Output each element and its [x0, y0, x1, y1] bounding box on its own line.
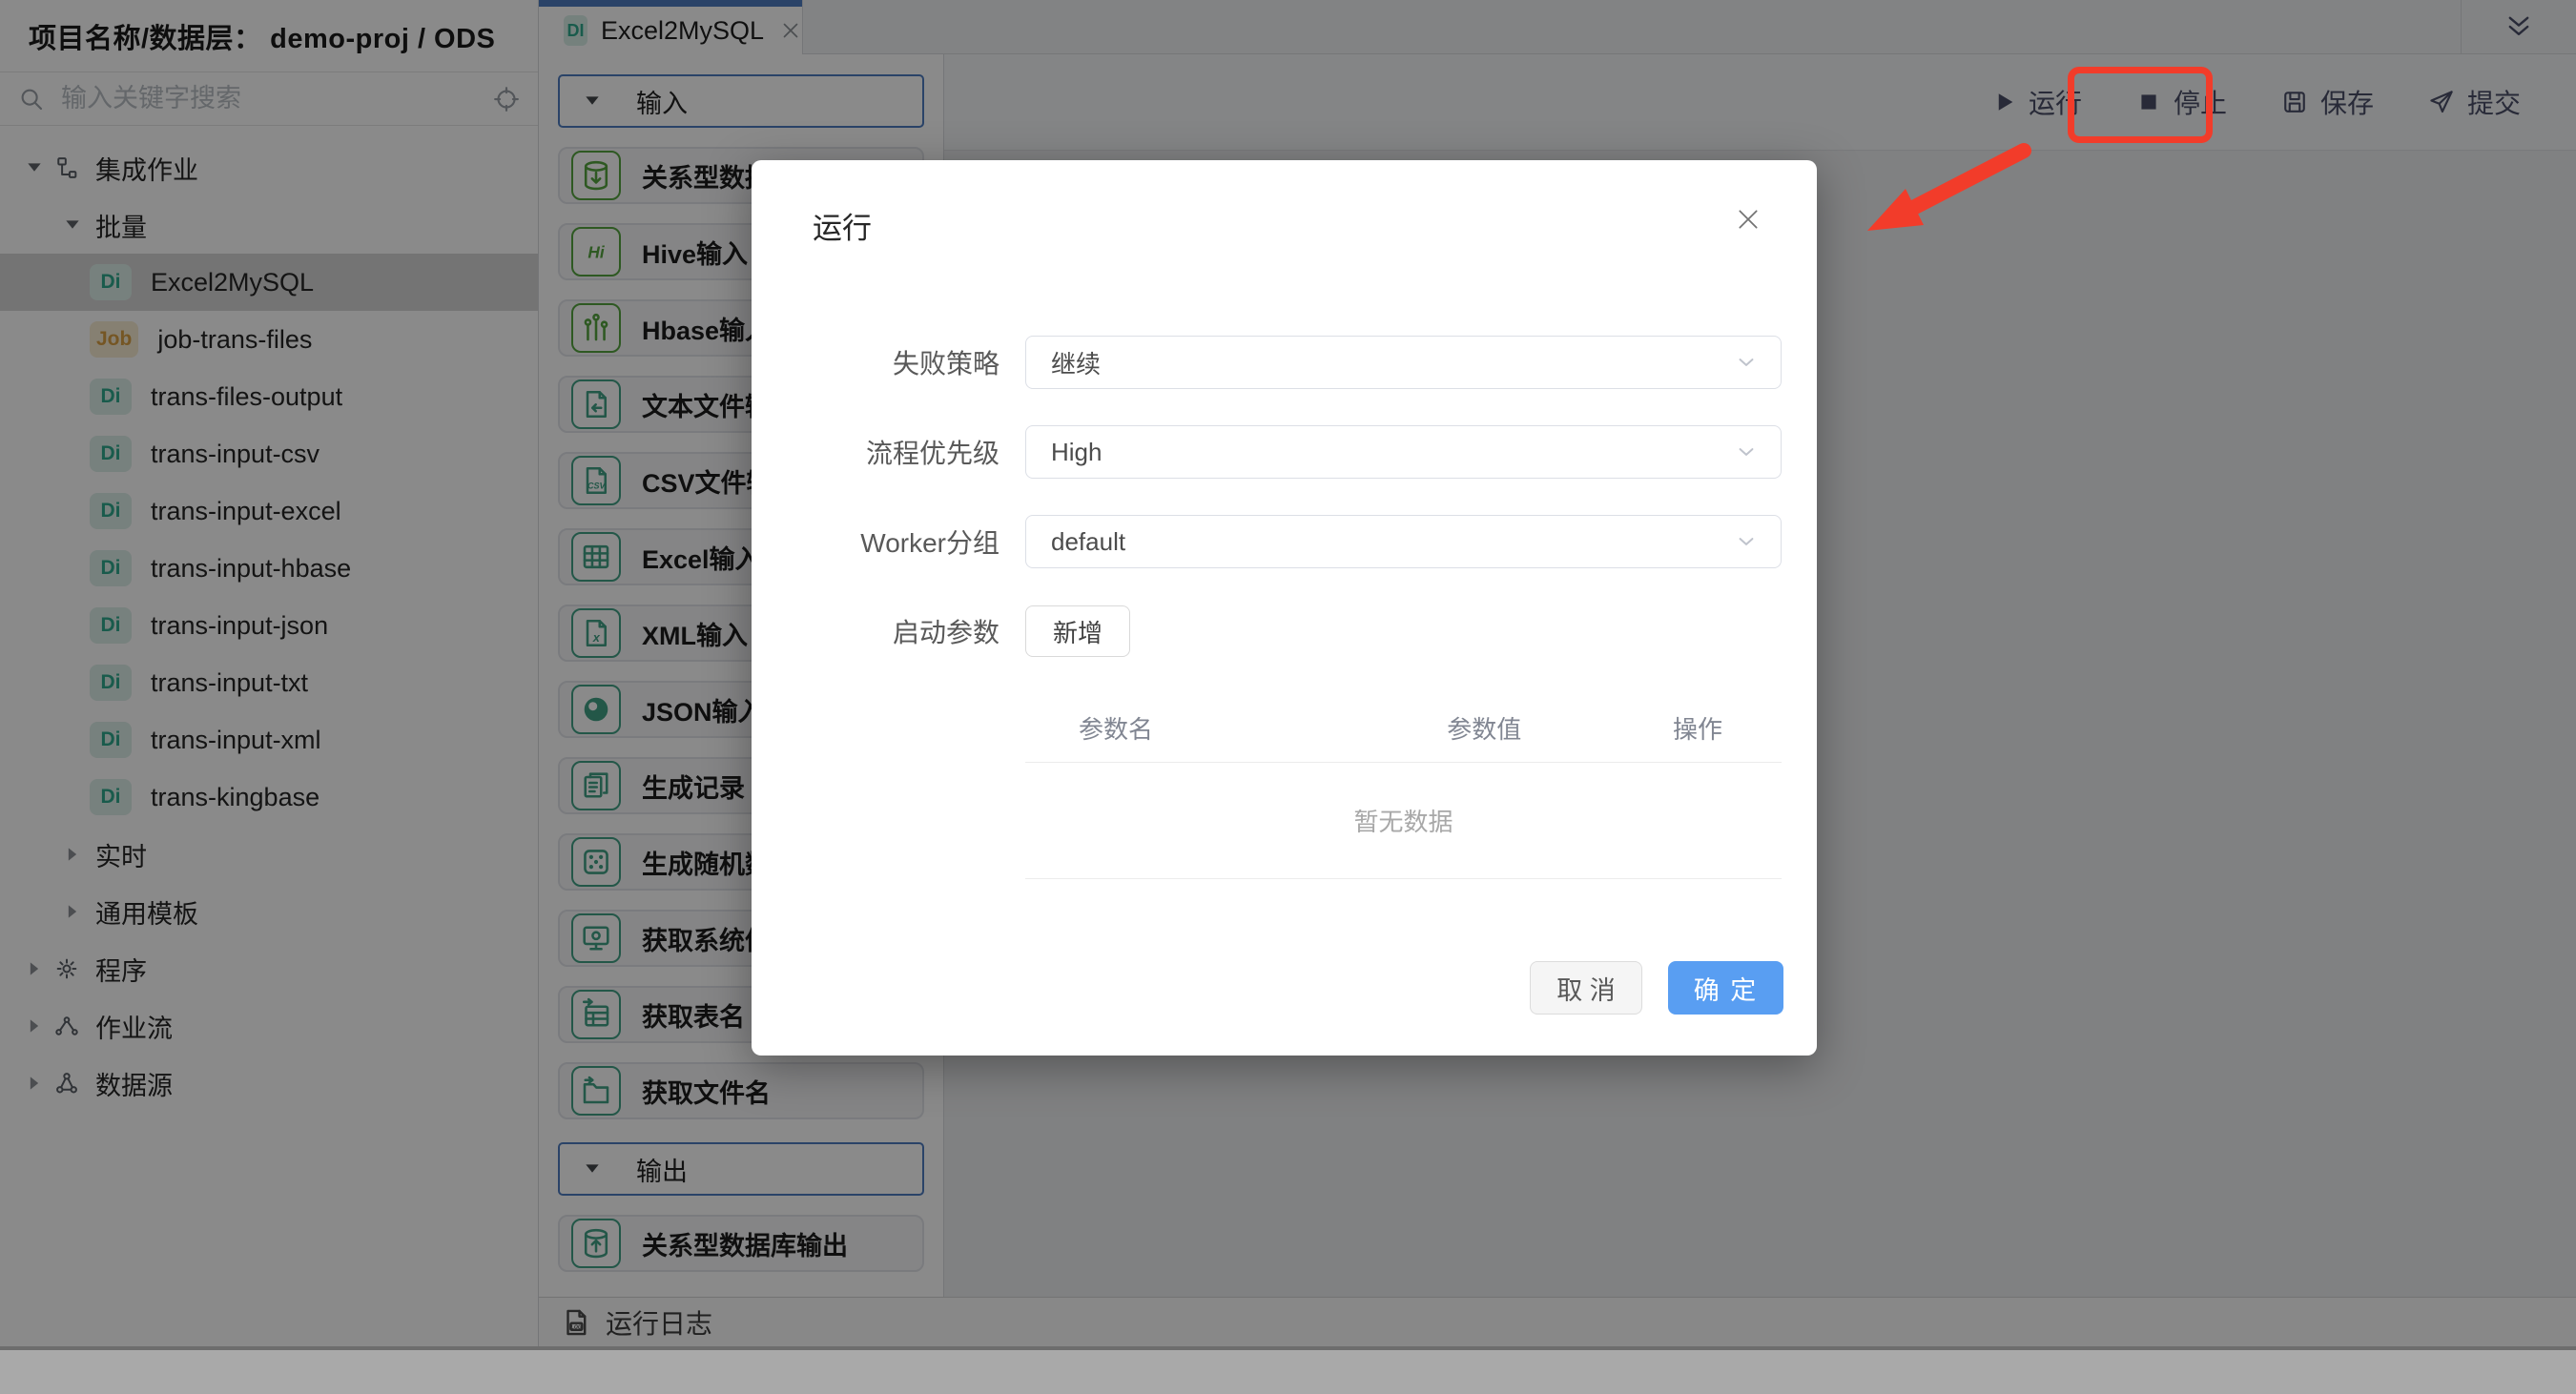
column-actions: 操作	[1672, 715, 1722, 744]
select-value: default	[1051, 526, 1126, 556]
outside-window-area	[0, 1350, 2576, 1394]
field-label: Worker分组	[860, 528, 999, 558]
column-param-name: 参数名	[1079, 715, 1154, 744]
field-label: 失败策略	[892, 349, 999, 379]
failure-strategy-select[interactable]: 继续	[1025, 336, 1782, 389]
field-priority: 流程优先级 High	[752, 425, 1782, 479]
field-failure-strategy: 失败策略 继续	[752, 336, 1782, 389]
field-startup-params: 启动参数 新增	[752, 605, 1782, 658]
cancel-label: 取 消	[1556, 975, 1616, 1005]
chevron-down-icon	[1733, 528, 1760, 555]
select-value: 继续	[1051, 349, 1102, 379]
params-table: 参数名 参数值 操作 暂无数据	[1025, 694, 1782, 879]
add-param-label: 新增	[1052, 618, 1103, 647]
confirm-label: 确 定	[1693, 975, 1759, 1005]
empty-text: 暂无数据	[1353, 808, 1453, 836]
run-dialog: 运行 失败策略 继续 流程优先级 High Worker分组 default 启…	[752, 160, 1817, 1056]
confirm-button[interactable]: 确 定	[1668, 961, 1783, 1015]
select-value: High	[1051, 437, 1103, 466]
chevron-down-icon	[1733, 349, 1760, 376]
empty-table-placeholder: 暂无数据	[1025, 763, 1782, 879]
add-param-button[interactable]: 新增	[1025, 605, 1130, 657]
cancel-button[interactable]: 取 消	[1530, 961, 1642, 1015]
dialog-title: 运行	[813, 212, 872, 245]
field-label: 启动参数	[892, 618, 999, 647]
column-param-value: 参数值	[1447, 715, 1522, 744]
params-table-header: 参数名 参数值 操作	[1025, 694, 1782, 763]
field-label: 流程优先级	[865, 439, 999, 468]
priority-select[interactable]: High	[1025, 425, 1782, 479]
app-window: 项目名称/数据层： demo-proj / ODS 集成作业 批量 Di Exc…	[0, 0, 2576, 1394]
chevron-down-icon	[1733, 439, 1760, 465]
close-dialog-icon[interactable]	[1733, 204, 1763, 235]
field-worker-group: Worker分组 default	[752, 515, 1782, 568]
worker-group-select[interactable]: default	[1025, 515, 1782, 568]
